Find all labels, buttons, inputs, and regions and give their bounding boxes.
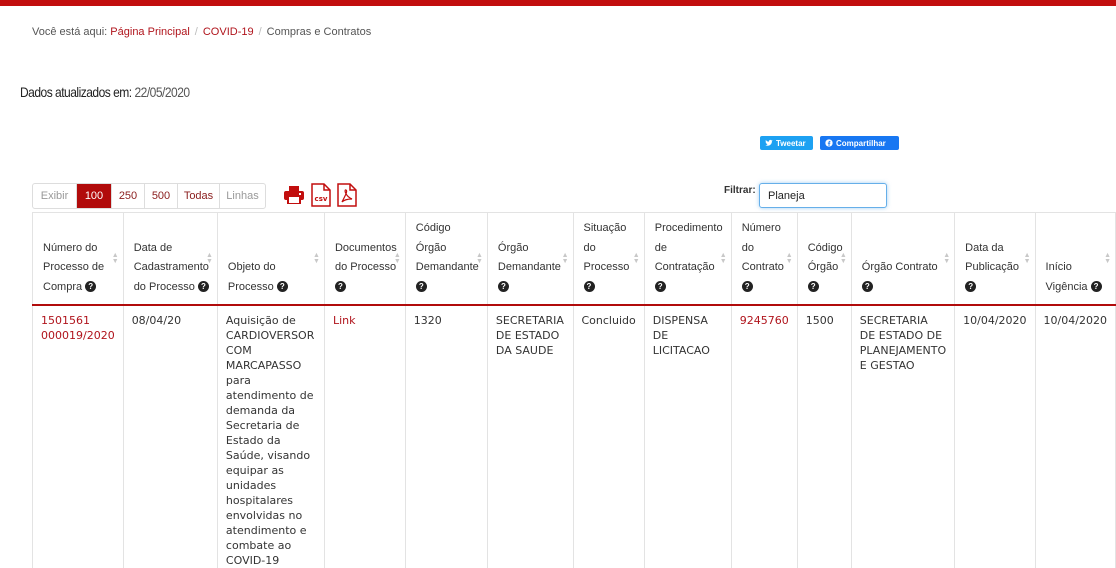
tweet-label: Tweetar — [776, 138, 806, 148]
sort-icon: ▲ ▼ — [205, 252, 213, 265]
cell-situacao: Concluido — [572, 305, 645, 568]
help-icon[interactable]: ? — [741, 281, 753, 293]
facebook-icon — [825, 139, 833, 147]
column-header-codigo-orgao-demandante[interactable]: Código Órgão Demandante ? ▲ ▼ — [404, 212, 488, 306]
sort-icon: ▲ ▼ — [1104, 252, 1111, 265]
filter-input[interactable] — [759, 183, 887, 208]
print-button[interactable] — [283, 183, 305, 207]
pdf-file-icon — [337, 183, 357, 207]
column-header-numero-processo[interactable]: Número do Processo de Compra ? ▲ ▼ — [32, 212, 124, 306]
twitter-icon — [765, 139, 773, 146]
help-icon[interactable]: ? — [415, 281, 427, 293]
sort-icon: ▲ ▼ — [313, 252, 320, 265]
page-length-option-250[interactable]: 250 — [112, 184, 145, 208]
data-updated-info: Dados atualizados em: 22/05/2020 — [20, 84, 190, 100]
breadcrumb: Você está aqui: Página Principal / COVID-1… — [32, 26, 371, 38]
breadcrumb-covid-link[interactable]: COVID-19 — [203, 26, 254, 38]
filter-label: Filtrar: — [724, 185, 756, 196]
cell-objeto-processo: Aquisição de CARDIOVERSOR COM MARCAPASSO… — [216, 305, 325, 568]
column-header-documentos[interactable]: Documentos do Processo ? ▲ ▼ — [323, 212, 406, 306]
cell-procedimento: DISPENSA DE LICITACAO — [643, 305, 732, 568]
cell-codigo-orgao: 1500 — [796, 305, 852, 568]
cell-inicio-vigencia: 10/04/2020 — [1034, 305, 1116, 568]
help-icon[interactable]: ? — [861, 281, 873, 293]
facebook-share-button[interactable]: Compartilhar — [820, 136, 899, 150]
column-header-orgao-demandante[interactable]: Órgão Demandante ? ▲ ▼ — [486, 212, 574, 306]
sort-icon: ▲ ▼ — [785, 252, 793, 265]
column-header-procedimento[interactable]: Procedimento de Contratação ? ▲ ▼ — [643, 212, 732, 306]
cell-orgao-demandante: SECRETARIA DE ESTADO DA SAUDE — [486, 305, 574, 568]
column-header-numero-contrato[interactable]: Número do Contrato ? ▲ ▼ — [730, 212, 798, 306]
help-icon[interactable]: ? — [497, 281, 509, 293]
cell-orgao-contrato: SECRETARIA DE ESTADO DE PLANEJAMENTO E G… — [850, 305, 956, 568]
sort-icon: ▲ ▼ — [475, 252, 483, 265]
sort-icon: ▲ ▼ — [632, 252, 640, 265]
help-icon[interactable]: ? — [334, 281, 346, 293]
table-row: 1501561 000019/2020 08/04/20 Aquisição d… — [32, 305, 1116, 568]
sort-icon: ▲ ▼ — [839, 252, 847, 265]
csv-export-button[interactable]: csv — [309, 183, 333, 207]
breadcrumb-prefix: Você está aqui: — [32, 26, 108, 38]
facebook-share-label: Compartilhar — [836, 138, 886, 148]
updated-date: 22/05/2020 — [134, 84, 190, 100]
sort-icon: ▲ ▼ — [1023, 252, 1031, 265]
column-header-codigo-orgao[interactable]: Código Órgão ? ▲ ▼ — [796, 212, 852, 306]
table-header-row: Número do Processo de Compra ? ▲ ▼ Data de… — [32, 212, 1116, 306]
csv-file-icon: csv — [311, 183, 331, 207]
breadcrumb-separator: / — [258, 26, 262, 38]
column-header-inicio-vigencia[interactable]: Início Vigência ? ▲ ▼ — [1034, 212, 1116, 306]
tweet-button[interactable]: Tweetar — [760, 136, 813, 150]
breadcrumb-current: Compras e Contratos — [266, 26, 372, 38]
column-header-orgao-contrato[interactable]: Órgão Contrato ? ▲ ▼ — [850, 212, 956, 306]
cell-data-publicacao: 10/04/2020 — [954, 305, 1036, 568]
cell-data-cadastramento: 08/04/20 — [122, 305, 218, 568]
cell-documentos-link[interactable]: Link — [323, 305, 406, 568]
column-header-objeto-processo[interactable]: Objeto do Processo ? ▲ ▼ — [216, 212, 325, 306]
updated-label: Dados atualizados em: — [20, 84, 132, 100]
sort-icon: ▲ ▼ — [943, 252, 951, 265]
help-icon[interactable]: ? — [807, 281, 819, 293]
cell-codigo-orgao-demandante: 1320 — [404, 305, 488, 568]
top-accent-bar — [0, 0, 1116, 6]
sort-icon: ▲ ▼ — [393, 252, 401, 265]
sort-icon: ▲ ▼ — [561, 252, 569, 265]
page-length-option-500[interactable]: 500 — [145, 184, 178, 208]
page-length-option-100[interactable]: 100 — [77, 184, 112, 208]
column-header-data-publicacao[interactable]: Data da Publicação ? ▲ ▼ — [954, 212, 1036, 306]
purchases-table: Número do Processo de Compra ? ▲ ▼ Data de… — [32, 212, 1116, 568]
lines-label: Linhas — [226, 190, 259, 202]
cell-numero-processo[interactable]: 1501561 000019/2020 — [32, 305, 124, 568]
help-icon[interactable]: ? — [965, 281, 977, 293]
sort-icon: ▲ ▼ — [719, 252, 727, 265]
svg-text:csv: csv — [315, 195, 328, 203]
page-length-option-all[interactable]: Todas — [178, 184, 220, 208]
printer-icon — [284, 186, 304, 204]
column-header-situacao[interactable]: Situação do Processo ? ▲ ▼ — [572, 212, 645, 306]
pdf-export-button[interactable] — [336, 183, 358, 207]
breadcrumb-separator: / — [194, 26, 198, 38]
column-header-data-cadastramento[interactable]: Data de Cadastramento do Processo ? ▲ ▼ — [122, 212, 218, 306]
help-icon[interactable]: ? — [654, 281, 666, 293]
cell-numero-contrato[interactable]: 9245760 — [730, 305, 798, 568]
help-icon[interactable]: ? — [85, 281, 97, 293]
help-icon[interactable]: ? — [197, 281, 209, 293]
help-icon[interactable]: ? — [583, 281, 595, 293]
sort-icon: ▲ ▼ — [111, 252, 119, 265]
help-icon[interactable]: ? — [1090, 281, 1102, 293]
help-icon[interactable]: ? — [276, 281, 288, 293]
show-label: Exibir — [33, 184, 77, 208]
page-length-selector: Exibir 100 250 500 Todas Linhas — [32, 183, 266, 209]
breadcrumb-home-link[interactable]: Página Principal — [110, 26, 190, 38]
